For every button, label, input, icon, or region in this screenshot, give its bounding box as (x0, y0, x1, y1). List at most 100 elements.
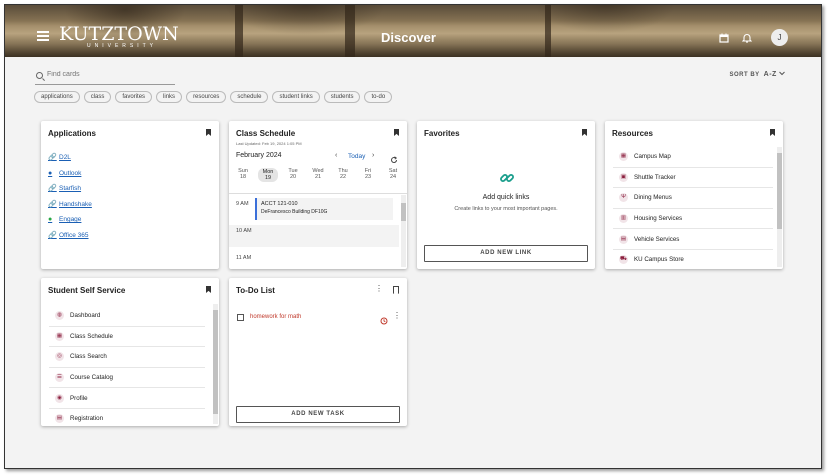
search-input[interactable] (47, 71, 167, 78)
chip-to-do[interactable]: to-do (364, 91, 393, 103)
day-sun[interactable]: Sun 18 (233, 168, 253, 182)
self-service-registration[interactable]: ▤ Registration (49, 409, 205, 426)
applications-list: 🔗 D2L ● Outlook 🔗 Starfish 🔗 Handshake ● Enga… (48, 150, 92, 243)
self-service-label: Dashboard (70, 312, 101, 320)
search-field[interactable] (35, 69, 175, 85)
divider (229, 193, 407, 194)
resource-label: Campus Map (634, 153, 671, 161)
sort-label: SORT BY (729, 72, 760, 78)
clock-icon[interactable] (380, 312, 388, 330)
chip-schedule[interactable]: schedule (230, 91, 269, 103)
self-service-profile[interactable]: ◉ Profile (49, 388, 205, 409)
card-title: Class Schedule (236, 129, 296, 138)
self-service-course-catalog[interactable]: ☰ Course Catalog (49, 368, 205, 389)
day-number: 19 (264, 175, 272, 181)
app-link-office-365[interactable]: 🔗 Office 365 (48, 228, 92, 244)
app-label: Office 365 (59, 231, 89, 239)
engage-icon: ● (48, 216, 53, 224)
task-options-icon[interactable]: ⋮ (393, 311, 401, 320)
self-service-scrollbar[interactable] (213, 304, 218, 424)
class-event[interactable]: ACCT 121-010 DeFrancesco Building DF10G (255, 198, 393, 220)
utensils-icon: Ψ (619, 193, 628, 203)
hour-slot (229, 225, 399, 247)
self-service-list: ◍ Dashboard ▦ Class Schedule ◎ Class Search… (49, 306, 205, 426)
event-location: DeFrancesco Building DF10G (261, 209, 328, 215)
day-thu[interactable]: Thu 22 (333, 168, 353, 182)
task-checkbox[interactable] (237, 314, 244, 321)
resources-list: ▦ Campus Map ▣ Shuttle Tracker Ψ Dining Men… (613, 147, 773, 269)
chip-students[interactable]: students (323, 91, 361, 103)
bookmark-outline-icon[interactable] (393, 286, 399, 294)
self-service-label: Registration (70, 415, 104, 423)
today-button[interactable]: Today (348, 153, 365, 160)
link-icon: 🔗 (48, 154, 57, 162)
day-mon-selected[interactable]: Mon 19 (258, 168, 278, 182)
bell-icon[interactable] (741, 33, 753, 46)
resource-dining-menus[interactable]: Ψ Dining Menus (613, 188, 773, 209)
bookmark-icon[interactable] (582, 129, 587, 136)
chip-resources[interactable]: resources (186, 91, 227, 103)
resource-campus-map[interactable]: ▦ Campus Map (613, 147, 773, 168)
chip-favorites[interactable]: favorites (115, 91, 153, 103)
agenda-timeline[interactable]: 9 AM ACCT 121-010 DeFrancesco Building D… (229, 195, 399, 267)
card-title: To-Do List (236, 286, 275, 295)
bookmark-icon[interactable] (206, 129, 211, 136)
self-service-class-search[interactable]: ◎ Class Search (49, 347, 205, 368)
refresh-icon[interactable] (390, 151, 398, 169)
class-schedule-card: Class Schedule Last Updated: Feb 19, 202… (229, 121, 407, 269)
calendar-icon[interactable] (719, 33, 729, 46)
chevron-down-icon (779, 71, 785, 78)
search-icon (36, 72, 43, 79)
prev-week-icon[interactable]: ‹ (335, 152, 337, 159)
favorites-heading: Add quick links (482, 194, 530, 201)
chip-class[interactable]: class (83, 91, 112, 103)
bookmark-icon[interactable] (770, 129, 775, 136)
search-icon: ◎ (55, 352, 64, 362)
card-title: Applications (48, 129, 97, 138)
day-tue[interactable]: Tue 20 (283, 168, 303, 182)
next-week-icon[interactable]: › (372, 152, 374, 159)
sort-value: A-Z (763, 71, 777, 78)
clipboard-icon: ▤ (55, 414, 64, 424)
app-link-outlook[interactable]: ● Outlook (48, 166, 92, 182)
app-link-handshake[interactable]: 🔗 Handshake (48, 197, 92, 213)
link-icon: 🔗 (48, 231, 57, 239)
avatar[interactable]: J (771, 29, 788, 46)
menu-icon[interactable] (37, 31, 49, 43)
day-wed[interactable]: Wed 21 (308, 168, 328, 182)
last-updated: Last Updated: Feb 19, 2024 1:05 PM (236, 141, 302, 146)
resources-scrollbar[interactable] (777, 147, 782, 267)
resource-ku-campus-store[interactable]: ⛟ KU Campus Store (613, 250, 773, 269)
outlook-icon: ● (48, 169, 53, 177)
chip-links[interactable]: links (156, 91, 183, 103)
bookmark-icon[interactable] (206, 286, 211, 293)
day-fri[interactable]: Fri 23 (358, 168, 378, 182)
task-label[interactable]: homework for math (250, 314, 301, 320)
resource-shuttle-tracker[interactable]: ▣ Shuttle Tracker (613, 168, 773, 189)
add-new-link-button[interactable]: ADD NEW LINK (424, 245, 588, 262)
day-sat[interactable]: Sat 24 (383, 168, 403, 182)
filter-chips: applications class favorites links resou… (34, 91, 393, 103)
scrollbar-thumb[interactable] (401, 203, 406, 221)
resource-vehicle-services[interactable]: ▤ Vehicle Services (613, 229, 773, 250)
self-service-dashboard[interactable]: ◍ Dashboard (49, 306, 205, 327)
favorites-description: Create links to your most important page… (454, 206, 558, 212)
chip-applications[interactable]: applications (34, 91, 80, 103)
app-link-engage[interactable]: ● Engage (48, 212, 92, 228)
day-number: 18 (239, 174, 247, 180)
schedule-scrollbar[interactable] (401, 195, 406, 267)
app-link-starfish[interactable]: 🔗 Starfish (48, 181, 92, 197)
add-new-task-button[interactable]: ADD NEW TASK (236, 406, 400, 423)
day-number: 20 (289, 174, 297, 180)
scrollbar-thumb[interactable] (777, 153, 782, 229)
resource-housing-services[interactable]: ▥ Housing Services (613, 209, 773, 230)
self-service-class-schedule[interactable]: ▦ Class Schedule (49, 327, 205, 348)
resource-label: Housing Services (634, 215, 683, 223)
sort-control[interactable]: SORT BY A-Z (729, 71, 785, 78)
logo[interactable]: KUTZTOWN (59, 23, 179, 45)
bookmark-icon[interactable] (394, 129, 399, 136)
app-link-d2l[interactable]: 🔗 D2L (48, 150, 92, 166)
chip-student-links[interactable]: student links (272, 91, 320, 103)
scrollbar-thumb[interactable] (213, 310, 218, 414)
more-options-icon[interactable]: ⋮ (375, 284, 383, 293)
